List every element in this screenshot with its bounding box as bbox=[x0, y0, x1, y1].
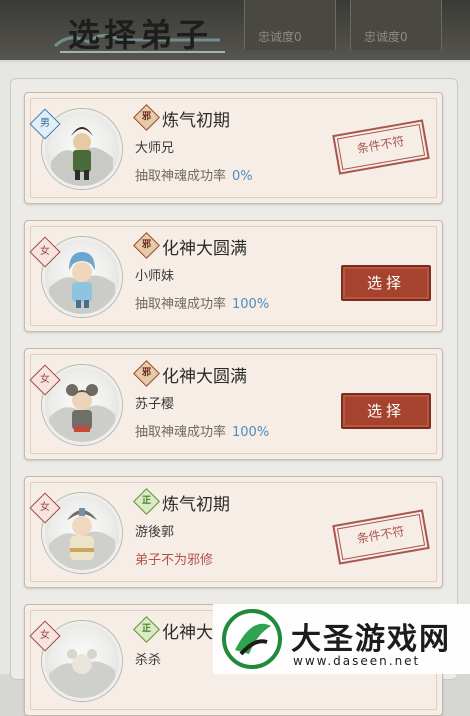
cultivation-realm: 化神大 bbox=[162, 623, 213, 643]
rate-value: 100% bbox=[232, 297, 270, 312]
daseen-logo-icon bbox=[222, 609, 282, 669]
loyalty-label-1: 忠诚度0 bbox=[258, 30, 302, 44]
disciple-card-4[interactable]: 女 正 炼气初期 游後郭 弟子不为邪修 条件不符 bbox=[24, 476, 443, 588]
select-button[interactable]: 选择 bbox=[341, 393, 431, 429]
soul-rate: 抽取神魂成功率 100% bbox=[135, 421, 269, 440]
rate-value: 0% bbox=[232, 169, 253, 184]
select-button[interactable]: 选择 bbox=[341, 265, 431, 301]
disciple-card-3[interactable]: 女 邪 化神大圆满 苏子樱 抽取神魂成功率 100% 选择 bbox=[24, 348, 443, 460]
watermark-url: www.daseen.net bbox=[293, 654, 421, 668]
rate-value: 100% bbox=[232, 425, 270, 440]
soul-rate: 抽取神魂成功率 0% bbox=[135, 165, 253, 184]
cultivation-realm: 炼气初期 bbox=[162, 111, 230, 131]
loyalty-label-2: 忠诚度0 bbox=[364, 30, 408, 44]
disciple-name: 大师兄 bbox=[135, 141, 175, 156]
cultivation-realm: 炼气初期 bbox=[162, 495, 230, 515]
disciple-name: 游後郭 bbox=[135, 525, 175, 540]
cultivation-realm: 化神大圆满 bbox=[162, 367, 247, 387]
site-watermark: 大圣游戏网 www.daseen.net bbox=[213, 604, 470, 674]
watermark-name: 大圣游戏网 bbox=[291, 622, 451, 657]
disciple-card-1[interactable]: 男 邪 炼气初期 大师兄 抽取神魂成功率 0% 条件不符 bbox=[24, 92, 443, 204]
rate-label: 抽取神魂成功率 bbox=[135, 425, 227, 440]
disciple-name: 苏子樱 bbox=[135, 397, 175, 412]
requirement-text: 弟子不为邪修 bbox=[135, 553, 214, 568]
rate-label: 抽取神魂成功率 bbox=[135, 297, 227, 312]
rate-label: 抽取神魂成功率 bbox=[135, 169, 227, 184]
disciple-card-2[interactable]: 女 邪 化神大圆满 小师妹 抽取神魂成功率 100% 选择 bbox=[24, 220, 443, 332]
cultivation-realm: 化神大圆满 bbox=[162, 239, 247, 259]
disciple-name: 杀杀 bbox=[135, 653, 162, 668]
disciple-name: 小师妹 bbox=[135, 269, 175, 284]
page-title: 选择弟子 bbox=[50, 4, 230, 54]
soul-rate: 抽取神魂成功率 100% bbox=[135, 293, 269, 312]
